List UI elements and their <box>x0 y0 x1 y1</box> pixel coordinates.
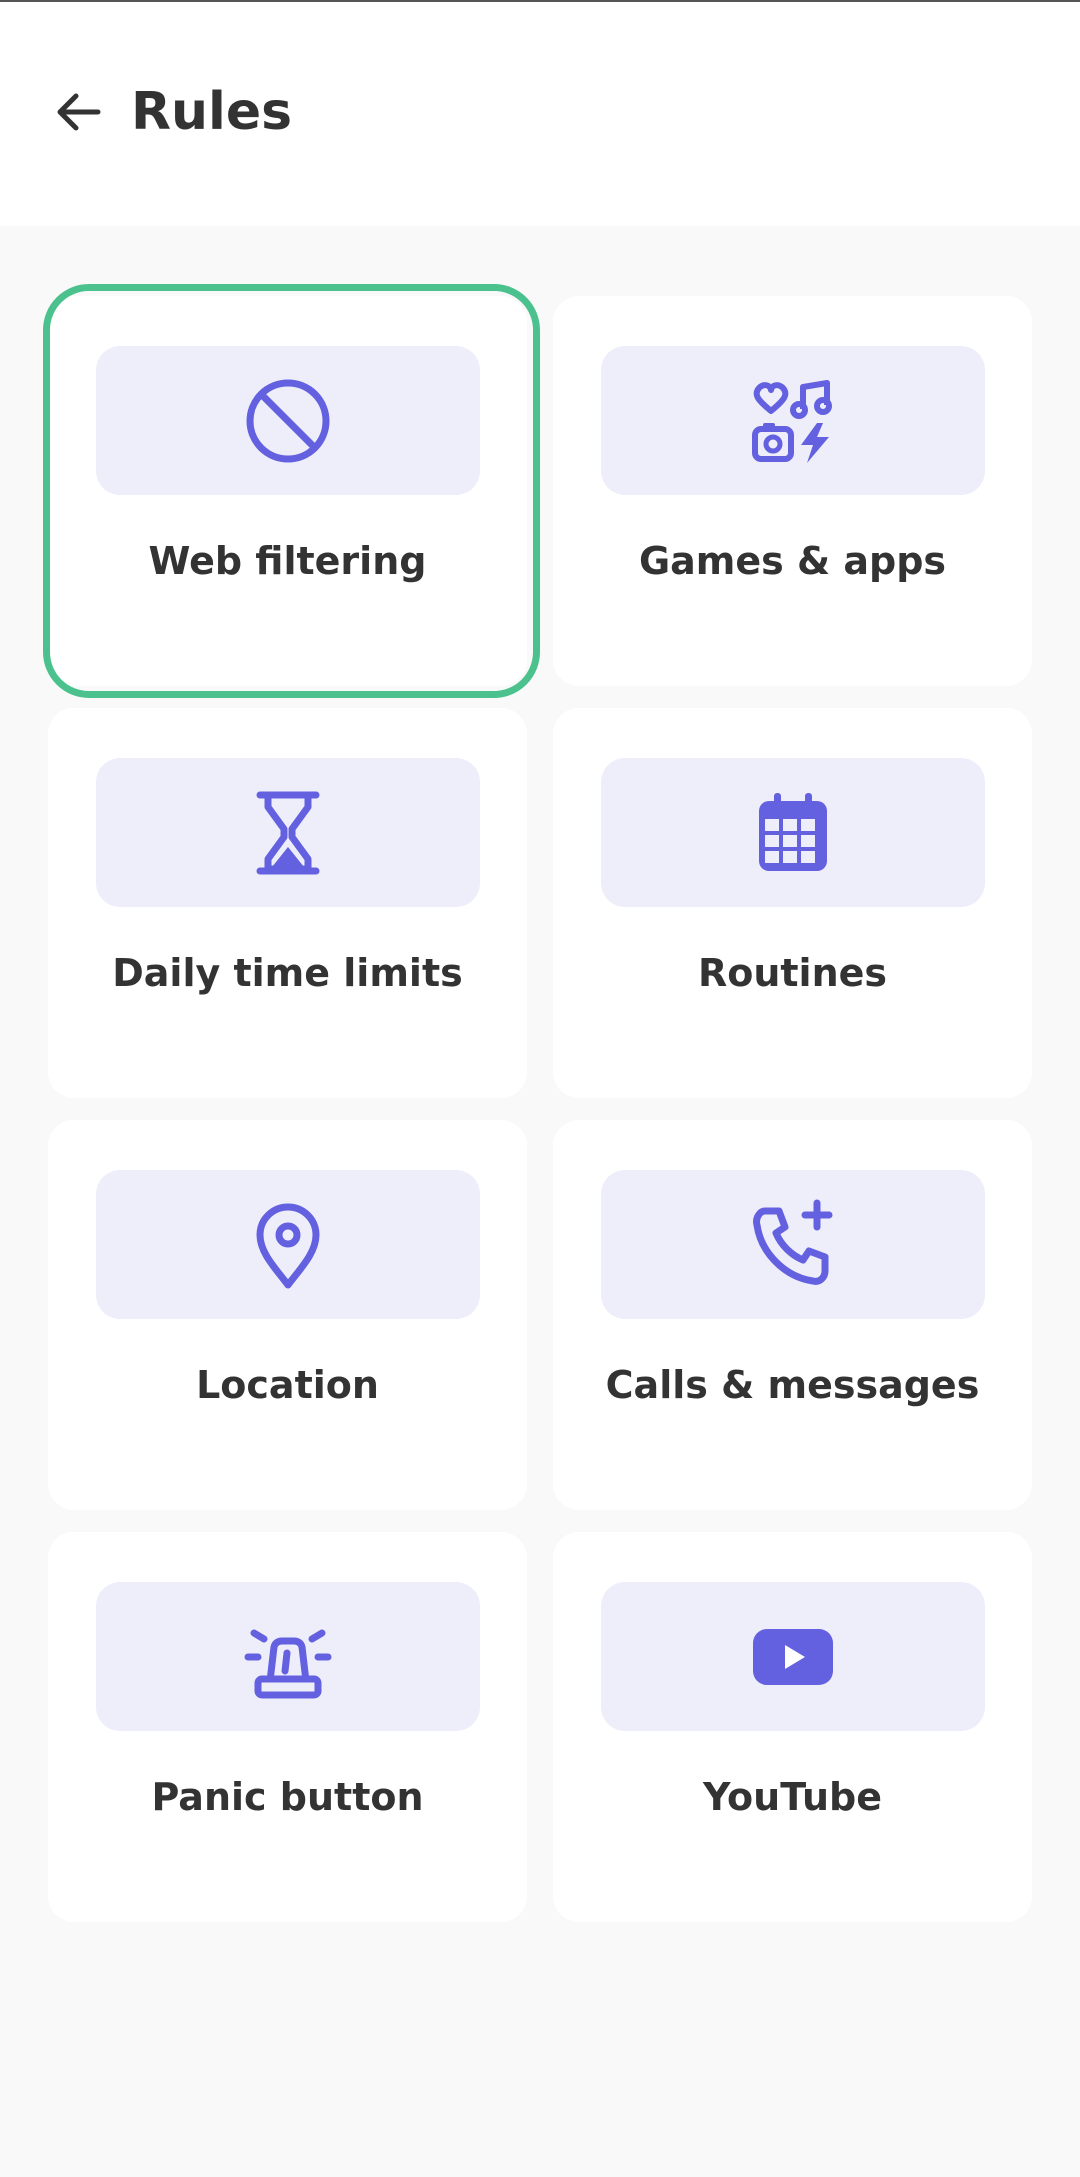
phone-plus-icon <box>753 1199 833 1285</box>
calendar-icon <box>759 792 827 871</box>
location-pin-icon <box>256 1203 320 1288</box>
rule-label: Daily time limits <box>112 951 463 995</box>
icon-box <box>96 758 480 907</box>
rule-card-location[interactable]: Location <box>48 1120 527 1510</box>
rule-label: Web filtering <box>148 539 427 583</box>
rule-label: Panic button <box>151 1775 424 1819</box>
block-icon <box>246 379 330 462</box>
rule-label: YouTube <box>703 1775 882 1819</box>
icon-box <box>601 346 985 495</box>
rule-card-web-filtering[interactable]: Web filtering <box>43 284 540 698</box>
icon-box <box>601 1170 985 1319</box>
rule-card-calls-messages[interactable]: Calls & messages <box>553 1120 1032 1510</box>
rule-label: Location <box>196 1363 379 1407</box>
page-title: Rules <box>131 82 293 142</box>
rules-grid: Web filtering Games & apps Daily time li… <box>43 284 1032 1922</box>
rule-card-panic-button[interactable]: Panic button <box>48 1532 527 1922</box>
arrow-left-icon <box>57 93 101 131</box>
rule-label: Games & apps <box>638 539 947 583</box>
rules-screen: Rules Web filtering Games & apps Daily t… <box>0 0 1080 2177</box>
app-header: Rules <box>0 2 1080 226</box>
rule-card-daily-time-limits[interactable]: Daily time limits <box>48 708 527 1098</box>
hourglass-icon <box>256 791 320 874</box>
icon-box <box>96 1582 480 1731</box>
icon-box <box>96 346 480 495</box>
rule-card-youtube[interactable]: YouTube <box>553 1532 1032 1922</box>
rule-label: Routines <box>697 951 888 995</box>
youtube-icon <box>753 1628 833 1685</box>
back-button[interactable] <box>40 74 116 150</box>
siren-icon <box>244 1629 332 1698</box>
rule-label: Calls & messages <box>605 1363 980 1407</box>
rule-card-routines[interactable]: Routines <box>553 708 1032 1098</box>
rule-card-games-apps[interactable]: Games & apps <box>553 296 1032 686</box>
games-apps-icon <box>752 379 832 463</box>
icon-box <box>96 1170 480 1319</box>
icon-box <box>601 758 985 907</box>
icon-box <box>601 1582 985 1731</box>
